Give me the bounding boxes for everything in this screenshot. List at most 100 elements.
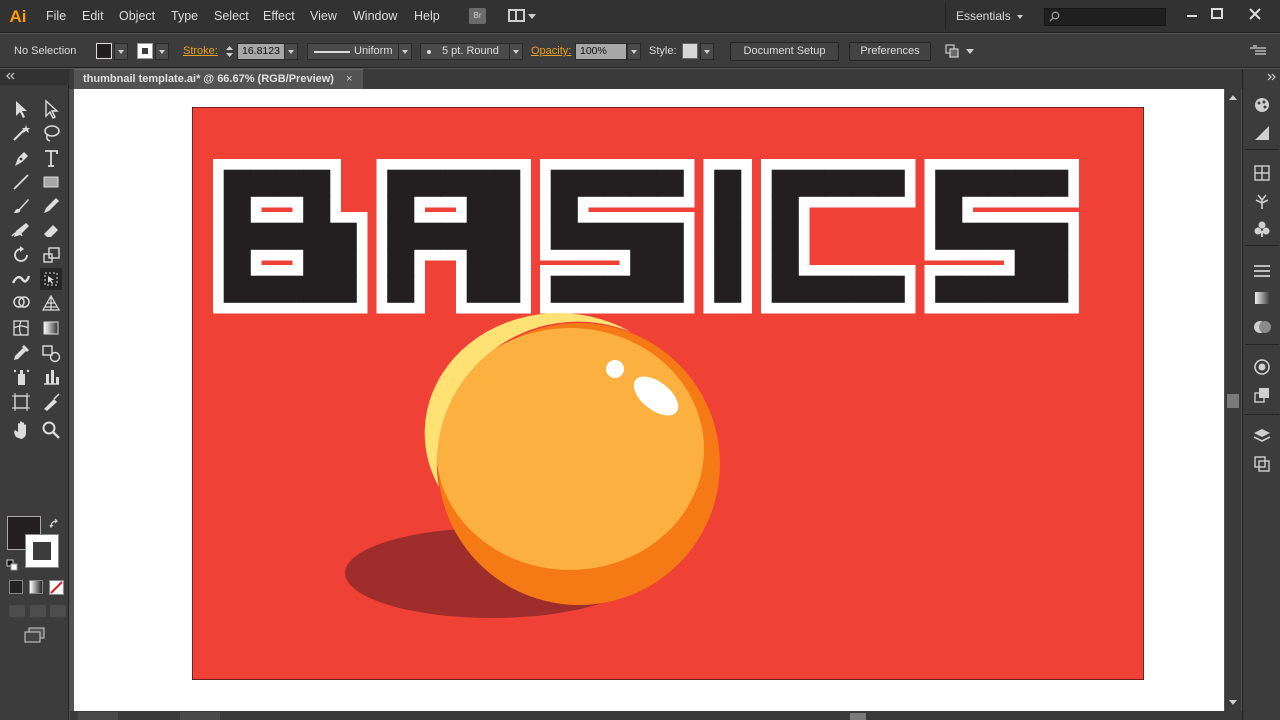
horizontal-scroll-thumb[interactable] [850,713,866,720]
scroll-down-icon[interactable] [1229,700,1237,705]
color-panel-icon[interactable] [1252,95,1272,115]
workspace-switcher[interactable]: Essentials [945,3,1033,29]
paintbrush-tool[interactable] [10,195,32,217]
layers-panel-icon[interactable] [1252,426,1272,446]
gradient-panel-icon[interactable] [1252,288,1272,308]
stroke-weight-field[interactable]: 16.8123 [237,43,285,60]
color-guide-panel-icon[interactable] [1252,123,1272,143]
vertical-scrollbar[interactable] [1225,89,1241,711]
minimize-icon[interactable] [1180,5,1204,25]
graphic-styles-panel-icon[interactable] [1252,385,1272,405]
maximize-icon[interactable] [1205,5,1229,25]
none-mode-button[interactable] [49,580,64,595]
artboard-tool[interactable] [10,391,32,413]
brushes-panel-icon[interactable] [1252,191,1272,211]
stroke-stepper-icon[interactable] [224,43,235,60]
pen-tool[interactable] [10,147,32,169]
bridge-button[interactable]: Br [469,8,486,24]
stroke-panel-icon[interactable] [1252,261,1272,281]
column-graph-tool[interactable] [40,366,62,388]
hand-tool[interactable] [10,419,32,441]
swap-fill-stroke-icon[interactable] [49,518,61,530]
brush-dropdown[interactable] [509,43,523,60]
scroll-thumb[interactable] [1227,394,1239,408]
profile-dropdown[interactable] [398,43,412,60]
stroke-label[interactable]: Stroke: [183,45,218,57]
blend-tool[interactable] [40,342,62,364]
menu-object[interactable]: Object [119,9,155,23]
perspective-grid-tool[interactable] [40,292,62,314]
brush-definition[interactable]: 5 pt. Round [420,43,510,60]
rectangle-tool[interactable] [40,171,62,193]
menu-edit[interactable]: Edit [82,9,104,23]
menu-select[interactable]: Select [214,9,249,23]
stroke-weight-dropdown[interactable] [284,43,298,60]
help-search-input[interactable] [1044,8,1166,26]
draw-normal-button[interactable] [9,605,25,617]
magic-wand-tool[interactable] [10,122,32,144]
scroll-up-icon[interactable] [1229,95,1237,100]
slice-tool[interactable] [40,391,62,413]
variable-width-profile[interactable]: Uniform [307,43,399,60]
draw-inside-button[interactable] [50,605,66,617]
transparency-panel-icon[interactable] [1252,317,1272,337]
rotate-tool[interactable] [10,244,32,266]
gradient-tool[interactable] [40,317,62,339]
menu-file[interactable]: File [46,9,66,23]
arrange-documents-button[interactable] [508,8,536,24]
panel-collapse-grip[interactable] [0,69,69,85]
stroke-color-swatch[interactable] [25,534,59,568]
expand-panels-icon[interactable] [1267,73,1277,81]
line-tool[interactable] [10,171,32,193]
menu-view[interactable]: View [310,9,337,23]
preferences-button[interactable]: Preferences [849,42,931,61]
zoom-tool[interactable] [40,419,62,441]
arrange-icon[interactable] [944,43,960,59]
direct-selection-tool[interactable] [40,98,62,120]
stroke-color-swatch[interactable] [137,43,153,59]
document-setup-button[interactable]: Document Setup [730,42,839,61]
document-tab[interactable]: thumbnail template.ai* @ 66.67% (RGB/Pre… [74,69,363,89]
type-tool[interactable] [40,147,62,169]
opacity-field[interactable]: 100% [575,43,627,60]
eyedropper-tool[interactable] [10,342,32,364]
artboard-navigation-field[interactable] [180,712,220,720]
shape-builder-tool[interactable] [10,292,32,314]
opacity-label[interactable]: Opacity: [531,45,571,57]
eraser-tool[interactable] [40,219,62,241]
graphic-style-swatch[interactable] [682,43,698,59]
menu-help[interactable]: Help [414,9,440,23]
stroke-color-dropdown[interactable] [155,43,169,60]
menu-window[interactable]: Window [353,9,397,23]
selection-tool[interactable] [10,98,32,120]
color-mode-button[interactable] [9,580,23,594]
zoom-field[interactable] [78,712,118,720]
free-transform-tool[interactable] [40,268,62,290]
pencil-tool[interactable] [40,195,62,217]
scale-tool[interactable] [40,244,62,266]
appearance-panel-icon[interactable] [1252,357,1272,377]
chevron-down-icon[interactable] [966,49,974,54]
lasso-tool[interactable] [40,122,62,144]
artboard[interactable] [192,107,1144,680]
symbols-panel-icon[interactable] [1252,219,1272,239]
symbol-sprayer-tool[interactable] [10,366,32,388]
close-icon[interactable] [1243,5,1267,25]
fill-color-swatch[interactable] [96,43,112,59]
gradient-mode-button[interactable] [29,580,43,594]
opacity-dropdown[interactable] [627,43,641,60]
swatches-panel-icon[interactable] [1252,163,1272,183]
fill-dropdown[interactable] [114,43,128,60]
menu-effect[interactable]: Effect [263,9,295,23]
draw-behind-button[interactable] [30,605,46,617]
style-dropdown[interactable] [700,43,714,60]
close-tab-icon[interactable]: × [346,73,352,85]
blob-brush-tool[interactable] [10,219,32,241]
width-tool[interactable] [10,268,32,290]
screen-mode-icon[interactable] [23,626,47,644]
artboards-panel-icon[interactable] [1252,454,1272,474]
default-fill-stroke-icon[interactable] [6,559,18,571]
panel-menu-icon[interactable] [1250,45,1266,57]
menu-type[interactable]: Type [171,9,198,23]
mesh-tool[interactable] [10,317,32,339]
